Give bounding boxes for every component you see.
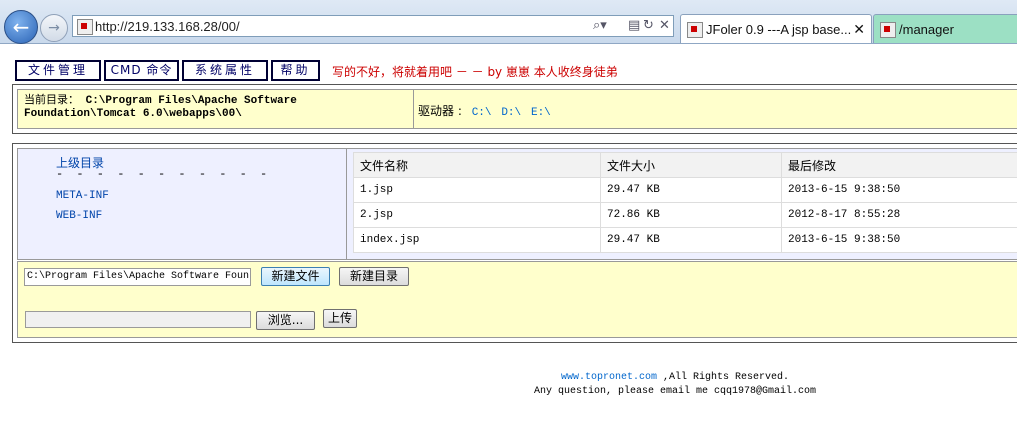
close-tab-icon[interactable]: ✕ (853, 21, 865, 38)
author-notice: 写的不好，将就着用吧 － － by 崽崽 本人收终身徒弟 (332, 65, 618, 79)
drive-link-c[interactable]: C:\ (472, 107, 492, 119)
file-name[interactable]: 1.jsp (353, 177, 601, 203)
tab-label: JFoler 0.9 ---A jsp base... (706, 22, 852, 37)
menu-file-manager[interactable]: 文件管理 (15, 60, 101, 81)
upload-file-input[interactable] (25, 311, 251, 328)
table-row: index.jsp 29.47 KB 2013-6-15 9:38:50 (353, 227, 1017, 253)
search-icon[interactable]: ⌕▾ (593, 18, 607, 33)
header-file-name: 文件名称 (353, 152, 601, 178)
dir-link-web-inf[interactable]: WEB-INF (56, 210, 102, 222)
stop-icon[interactable]: ✕ (659, 18, 670, 33)
current-directory: 当前目录： C:\Program Files\Apache Software F… (24, 95, 414, 121)
footer-copyright: www.topronet.com ,All Rights Reserved. (534, 371, 816, 385)
rights-text: ,All Rights Reserved. (657, 372, 790, 383)
header-file-size: 文件大小 (600, 152, 782, 178)
file-table: 文件名称 文件大小 最后修改 1.jsp 29.47 KB 2013-6-15 … (353, 152, 1017, 253)
browse-button[interactable]: 浏览... (256, 311, 315, 330)
current-dir-label: 当前目录： (24, 95, 79, 107)
footer: www.topronet.com ,All Rights Reserved. A… (534, 371, 816, 399)
drives: 驱动器 : C:\ D:\ E:\ (418, 102, 551, 119)
divider (413, 90, 414, 128)
menu-help[interactable]: 帮助 (271, 60, 320, 81)
drive-link-d[interactable]: D:\ (501, 107, 521, 119)
back-arrow-icon[interactable]: ← (4, 10, 38, 44)
file-modified: 2013-6-15 9:38:50 (781, 227, 1017, 253)
menu-cmd[interactable]: CMD 命令 (104, 60, 179, 81)
file-modified: 2012-8-17 8:55:28 (781, 202, 1017, 228)
address-bar[interactable]: http://219.133.168.28/00/ ⌕▾ ▤ ↻ ✕ (72, 15, 674, 37)
tab-favicon-icon (687, 22, 703, 38)
table-row: 1.jsp 29.47 KB 2013-6-15 9:38:50 (353, 177, 1017, 203)
footer-contact: Any question, please email me cqq1978@Gm… (534, 386, 817, 397)
table-header-row: 文件名称 文件大小 最后修改 (353, 152, 1017, 178)
file-modified: 2013-6-15 9:38:50 (781, 177, 1017, 203)
address-url[interactable]: http://219.133.168.28/00/ (95, 19, 240, 34)
site-favicon-icon (77, 19, 93, 35)
tree-divider: - - - - - - - - - - - (56, 167, 271, 181)
new-file-button[interactable]: 新建文件 (261, 267, 330, 286)
actions-panel: C:\Program Files\Apache Software Foun 新建… (17, 261, 1017, 338)
file-size: 29.47 KB (600, 177, 782, 203)
tab-favicon-icon (880, 22, 896, 38)
new-item-path-input[interactable]: C:\Program Files\Apache Software Foun (24, 268, 251, 286)
tab-jfoler[interactable]: JFoler 0.9 ---A jsp base... ✕ (680, 14, 872, 43)
table-row: 2.jsp 72.86 KB 2012-8-17 8:55:28 (353, 202, 1017, 228)
file-size: 29.47 KB (600, 227, 782, 253)
file-name[interactable]: index.jsp (353, 227, 601, 253)
header-last-modified: 最后修改 (781, 152, 1017, 178)
site-link[interactable]: www.topronet.com (561, 372, 657, 383)
browser-toolbar: ← → http://219.133.168.28/00/ ⌕▾ ▤ ↻ ✕ J… (0, 0, 1017, 44)
info-panel: 当前目录： C:\Program Files\Apache Software F… (17, 89, 1017, 129)
compat-view-icon[interactable]: ▤ (628, 18, 640, 33)
drives-label: 驱动器 : (418, 104, 462, 118)
tab-manager[interactable]: /manager (873, 14, 1017, 43)
file-name[interactable]: 2.jsp (353, 202, 601, 228)
drive-link-e[interactable]: E:\ (531, 107, 551, 119)
upload-button[interactable]: 上传 (323, 309, 357, 328)
refresh-icon[interactable]: ↻ (643, 18, 654, 33)
tab-label: /manager (899, 22, 954, 37)
new-directory-button[interactable]: 新建目录 (339, 267, 409, 286)
file-size: 72.86 KB (600, 202, 782, 228)
directory-tree: 上级目录 - - - - - - - - - - - META-INF WEB-… (17, 148, 347, 260)
menu-system-properties[interactable]: 系统属性 (182, 60, 268, 81)
forward-arrow-icon[interactable]: → (40, 14, 68, 42)
dir-link-meta-inf[interactable]: META-INF (56, 190, 109, 202)
